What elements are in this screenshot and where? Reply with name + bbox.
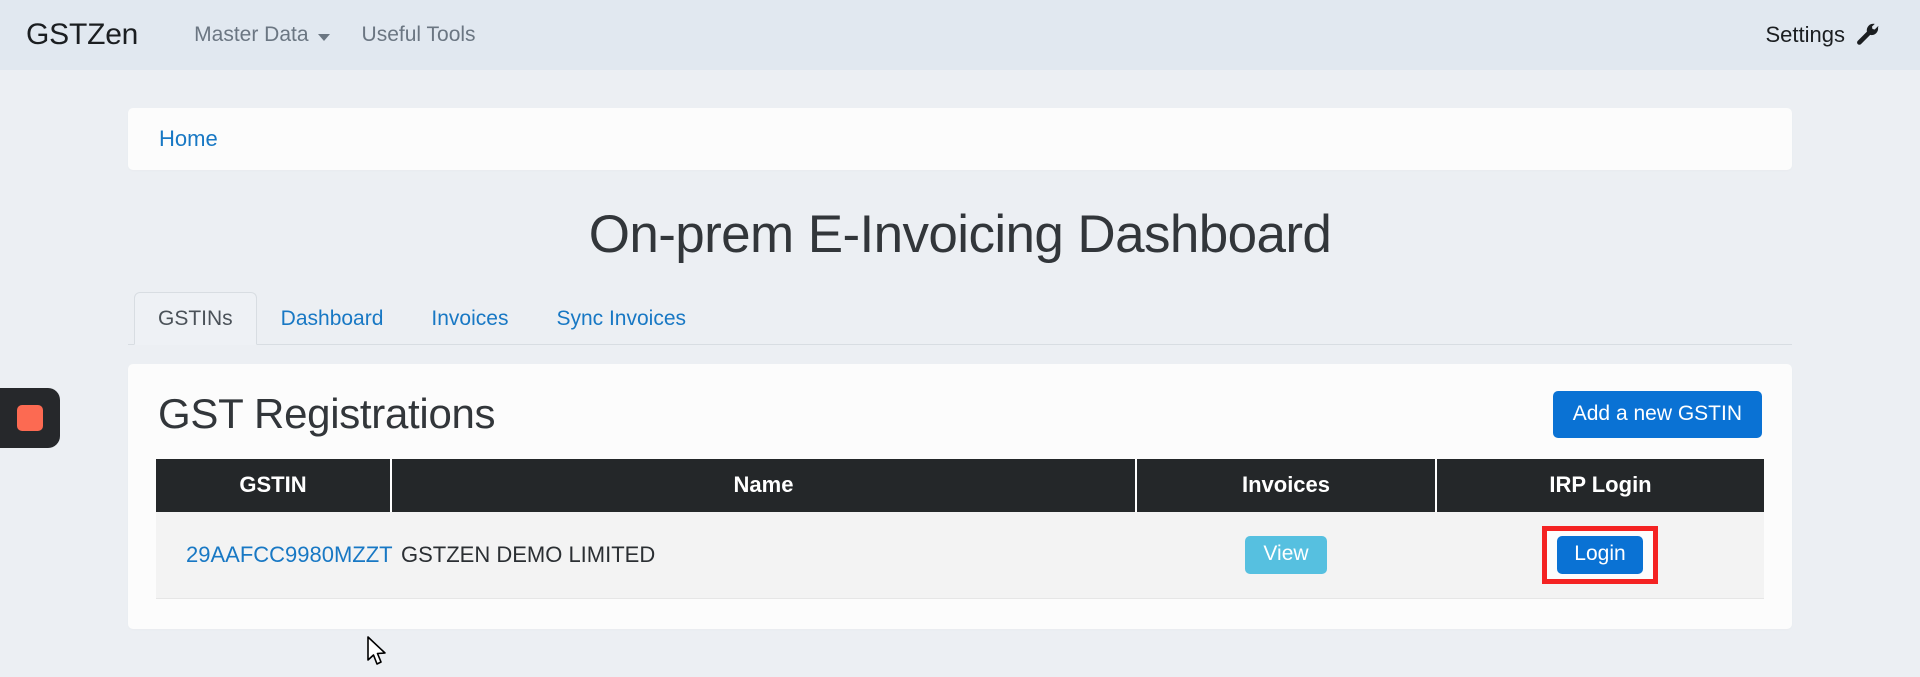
gstin-link[interactable]: 29AAFCC9980MZZT — [186, 542, 393, 567]
gst-registrations-table: GSTIN Name Invoices IRP Login 29AAFCC998… — [156, 459, 1764, 599]
add-new-gstin-button[interactable]: Add a new GSTIN — [1552, 390, 1762, 438]
nav-item-label: Master Data — [194, 23, 309, 46]
login-button-highlight: Login — [1542, 526, 1658, 584]
nav-item-master-data[interactable]: Master Data — [178, 17, 345, 53]
cell-name: GSTZEN DEMO LIMITED — [391, 512, 1136, 599]
settings-menu[interactable]: Settings — [1766, 22, 1893, 48]
brand-logo[interactable]: GSTZen — [26, 18, 138, 52]
settings-label: Settings — [1765, 22, 1846, 47]
primary-nav: Master Data Useful Tools — [178, 17, 491, 53]
tab-invoices[interactable]: Invoices — [407, 292, 532, 345]
column-header-name: Name — [390, 459, 1137, 512]
nav-item-useful-tools[interactable]: Useful Tools — [346, 17, 492, 53]
page-title: On-prem E-Invoicing Dashboard — [588, 205, 1332, 264]
tab-dashboard[interactable]: Dashboard — [257, 292, 408, 345]
mouse-cursor — [366, 636, 388, 673]
table-body: 29AAFCC9980MZZT GSTZEN DEMO LIMITED View… — [156, 512, 1764, 599]
card-title: GST Registrations — [158, 390, 496, 437]
table-header: GSTIN Name Invoices IRP Login — [156, 459, 1764, 512]
tab-sync-invoices[interactable]: Sync Invoices — [532, 292, 710, 345]
cell-invoices: View — [1136, 512, 1436, 599]
column-header-gstin: GSTIN — [156, 459, 392, 512]
column-header-irp-login: IRP Login — [1435, 459, 1764, 512]
view-invoices-button[interactable]: View — [1245, 536, 1327, 574]
nav-item-label: Useful Tools — [361, 23, 476, 46]
cell-gstin: 29AAFCC9980MZZT — [156, 512, 393, 599]
tab-bar: GSTINs Dashboard Invoices Sync Invoices — [128, 291, 1792, 345]
gst-registrations-table-wrapper: GSTIN Name Invoices IRP Login 29AAFCC998… — [156, 459, 1764, 599]
cell-irp-login: Login — [1436, 512, 1764, 599]
chevron-down-icon — [317, 33, 330, 41]
table-header-row: GSTIN Name Invoices IRP Login — [156, 459, 1764, 512]
tab-gstins[interactable]: GSTINs — [134, 292, 257, 345]
stop-recording-icon[interactable] — [17, 405, 43, 431]
breadcrumb-item-home[interactable]: Home — [159, 126, 218, 152]
screen-recorder-widget[interactable] — [0, 388, 60, 448]
page-content: Home On-prem E-Invoicing Dashboard GSTIN… — [128, 70, 1792, 629]
top-navbar: GSTZen Master Data Useful Tools Settings — [0, 0, 1920, 70]
column-header-invoices: Invoices — [1135, 459, 1437, 512]
card-header: GST Registrations Add a new GSTIN — [156, 386, 1764, 438]
gst-registrations-card: GST Registrations Add a new GSTIN GSTIN … — [128, 364, 1792, 629]
irp-login-button[interactable]: Login — [1557, 536, 1643, 574]
wrench-icon — [1856, 23, 1882, 49]
breadcrumb: Home — [128, 108, 1792, 170]
table-row: 29AAFCC9980MZZT GSTZEN DEMO LIMITED View… — [156, 512, 1764, 599]
